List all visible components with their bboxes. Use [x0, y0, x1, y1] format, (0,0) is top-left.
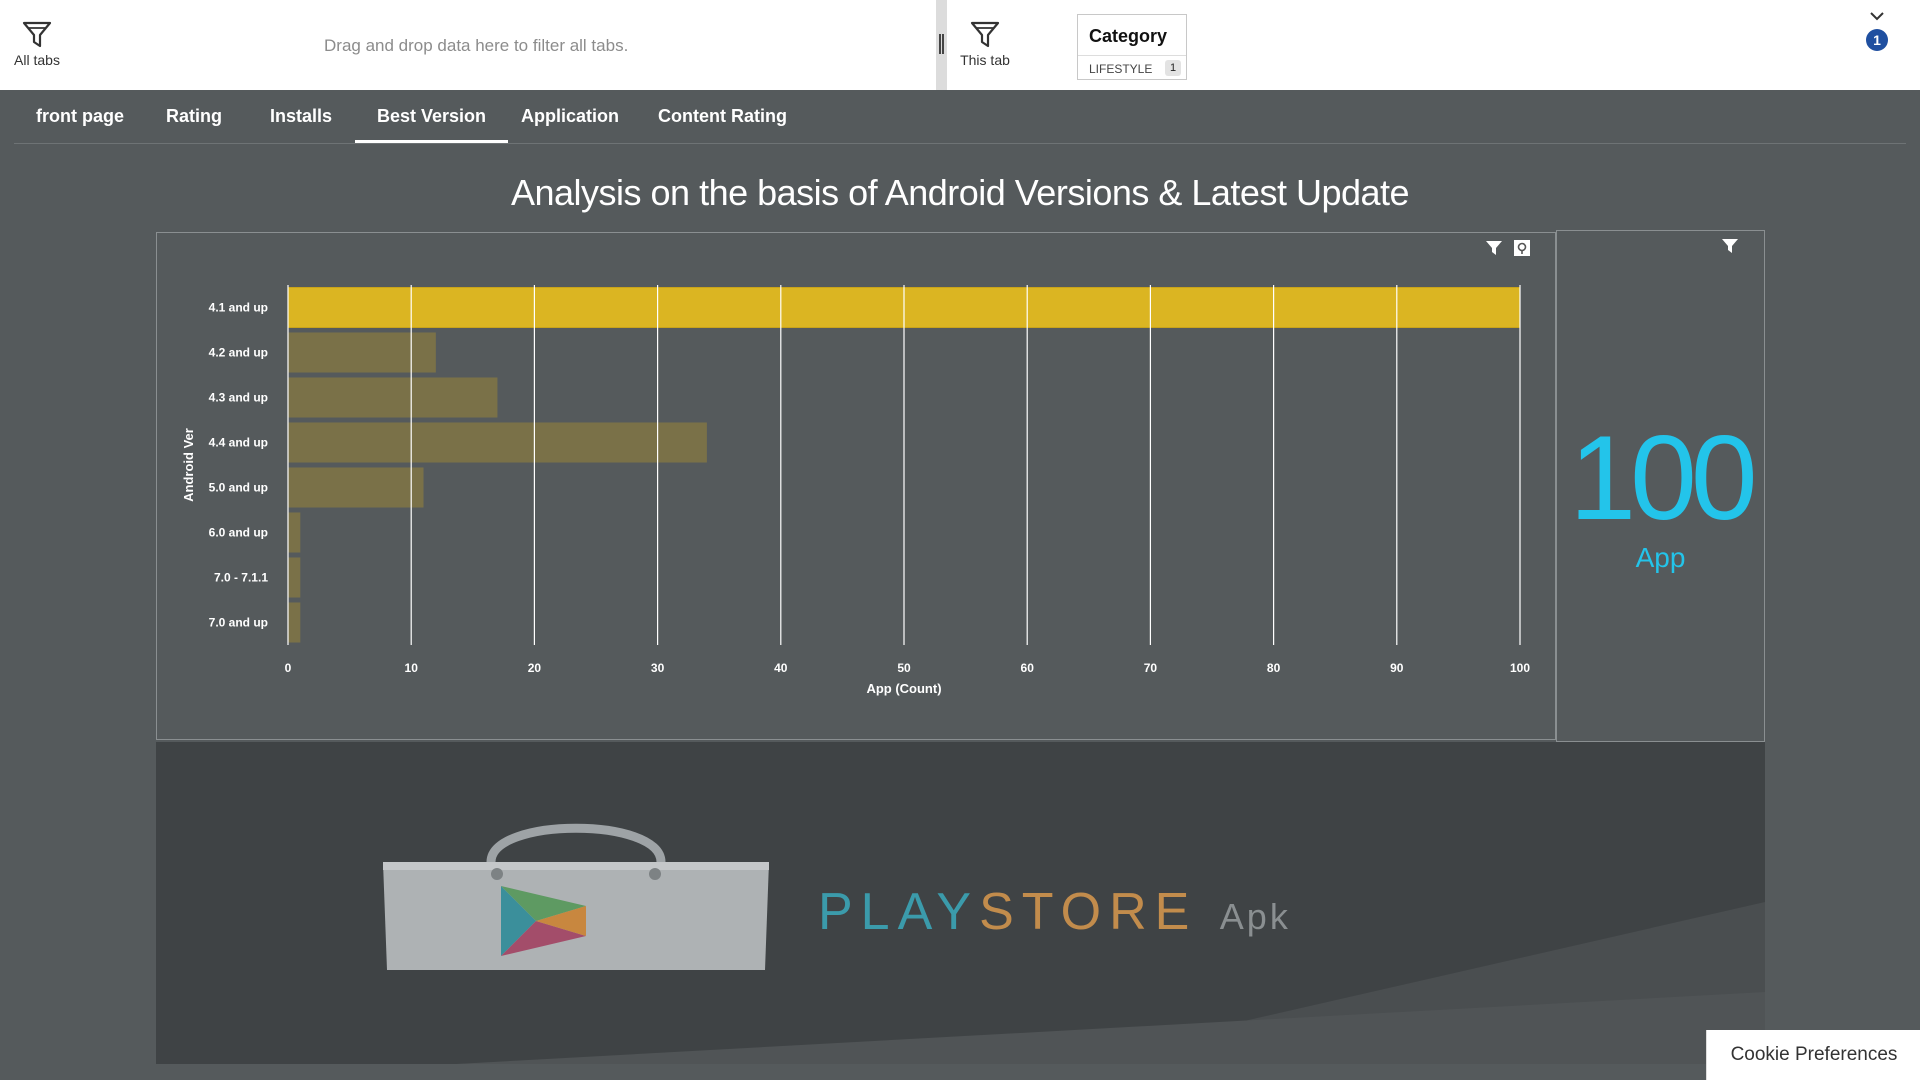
y-tick-label: 5.0 and up [209, 481, 268, 495]
x-tick-label: 0 [285, 661, 292, 675]
y-tick-label: 4.1 and up [209, 301, 268, 315]
y-tick-label: 6.0 and up [209, 526, 268, 540]
filter-icon[interactable] [1721, 237, 1739, 255]
x-tick-label: 60 [1021, 661, 1035, 675]
filter-icon [22, 21, 52, 48]
category-filter-count: 1 [1165, 60, 1181, 76]
y-axis-label: Android Ver [181, 428, 196, 502]
x-tick-label: 50 [897, 661, 911, 675]
playstore-logo-text: PLAYSTORE Apk [818, 882, 1291, 942]
kpi-value: 100 [1569, 411, 1757, 545]
tab-best-version[interactable]: Best Version [355, 90, 509, 143]
category-filter-card[interactable]: Category LIFESTYLE 1 [1077, 14, 1187, 80]
kpi-label: App [1635, 542, 1686, 573]
x-tick-label: 90 [1390, 661, 1404, 675]
x-tick-label: 80 [1267, 661, 1281, 675]
playstore-banner: PLAYSTORE Apk [156, 742, 1765, 1064]
tab-front-page[interactable]: front page [14, 90, 146, 143]
tab-installs[interactable]: Installs [248, 90, 354, 143]
x-tick-label: 30 [651, 661, 665, 675]
y-tick-label: 4.4 and up [209, 436, 268, 450]
logo-store-text: STORE [979, 883, 1198, 941]
logo-apk-text: Apk [1219, 896, 1291, 937]
global-filter-drop-zone[interactable]: Drag and drop data here to filter all ta… [324, 36, 628, 56]
filter-bar: All tabs Drag and drop data here to filt… [0, 0, 1920, 90]
y-tick-label: 7.0 and up [209, 616, 268, 630]
bar[interactable] [288, 377, 498, 418]
x-tick-label: 100 [1510, 661, 1530, 675]
cookie-preferences-button[interactable]: Cookie Preferences [1706, 1030, 1920, 1080]
filter-icon[interactable] [1485, 239, 1503, 257]
tab-content-rating[interactable]: Content Rating [636, 90, 809, 143]
y-tick-label: 4.2 and up [209, 346, 268, 360]
this-tab-label: This tab [960, 52, 1010, 68]
filter-icon [970, 21, 1000, 48]
chevron-down-icon[interactable] [1869, 10, 1885, 24]
android-version-bar-chart: 4.1 and up 4.2 and up 4.3 and up 4.4 and up… [181, 285, 1530, 696]
all-tabs-filter-button[interactable]: All tabs [14, 20, 60, 68]
bar[interactable] [288, 332, 436, 373]
tab-rating[interactable]: Rating [144, 90, 244, 143]
tab-application[interactable]: Application [499, 90, 641, 143]
bar[interactable] [288, 602, 301, 643]
page-title: Analysis on the basis of Android Version… [510, 172, 1410, 213]
resize-handle[interactable] [939, 34, 944, 54]
bar[interactable] [288, 512, 301, 553]
category-filter-title: Category [1089, 26, 1168, 46]
bar[interactable] [288, 467, 424, 508]
x-tick-label: 20 [528, 661, 542, 675]
shopping-bag-icon [383, 823, 769, 970]
logo-play-text: PLAY [818, 883, 980, 941]
tab-strip: front page Rating Installs Best Version … [14, 90, 1906, 144]
all-tabs-label: All tabs [14, 52, 60, 68]
category-filter-value: LIFESTYLE [1089, 62, 1153, 76]
x-tick-label: 70 [1144, 661, 1158, 675]
comment-icon[interactable] [1513, 239, 1531, 257]
this-tab-filter-button[interactable]: This tab [957, 20, 1013, 68]
x-axis-label: App (Count) [866, 681, 941, 696]
android-version-chart-panel: 4.1 and up 4.2 and up 4.3 and up 4.4 and up… [156, 232, 1556, 740]
y-tick-label: 7.0 - 7.1.1 [214, 571, 268, 585]
active-filters-badge[interactable]: 1 [1866, 29, 1888, 51]
x-tick-label: 10 [405, 661, 419, 675]
bar[interactable] [288, 422, 707, 463]
category-filter-chip[interactable]: LIFESTYLE 1 [1078, 55, 1186, 79]
y-tick-label: 4.3 and up [209, 391, 268, 405]
x-tick-label: 40 [774, 661, 788, 675]
bar[interactable] [288, 557, 301, 598]
